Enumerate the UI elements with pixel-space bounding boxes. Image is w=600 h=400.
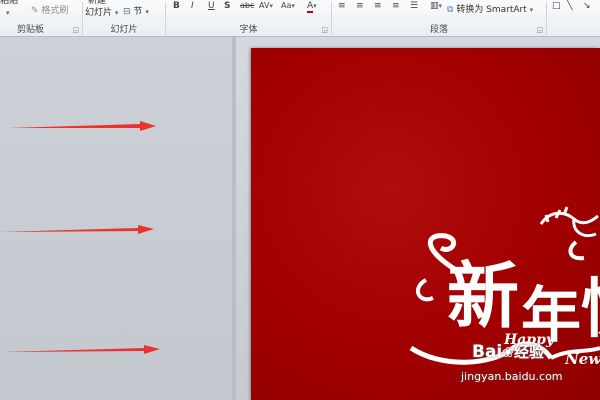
shape-rectangle-icon[interactable]: □ [552,1,561,11]
new-slide-label-line1: 新建 [88,0,107,6]
slides-group: 新建 幻灯片 ▾ ⊟ 节 ▾ 幻灯片 [83,0,165,37]
drawing-group: □ ╲ ↘ [547,0,600,37]
paragraph-launcher-icon[interactable]: ◲ [536,27,543,34]
change-case-button[interactable]: Aa▾ [281,1,295,11]
watermark-url: jingyan.baidu.com [461,370,563,383]
new-slide-button[interactable]: 新建 幻灯片 ▾ [85,0,118,19]
new-text: New [565,350,600,368]
paste-chevron-icon[interactable]: ▾ [6,9,10,17]
title-char: 快 [581,278,600,342]
section-label: 节 [133,7,143,17]
justify-icon[interactable]: ≡ [392,1,400,11]
font-launcher-icon[interactable]: ◲ [321,27,328,34]
paragraph-group-label: 段落 [429,25,448,35]
convert-smartart-label: 转换为 SmartArt [456,5,527,15]
align-center-icon[interactable]: ≡ [356,1,364,11]
italic-button[interactable]: I [191,1,194,11]
font-group: B I U S abc AV▾ Aa▾ A▾ 字体 ◲ [166,0,331,37]
format-painter-label: 格式刷 [41,6,69,16]
smartart-chevron-icon: ▾ [529,6,534,14]
shape-line-icon[interactable]: ╲ [567,1,572,11]
ribbon: 粘贴 ▾ ✎ 格式刷 剪贴板 ◲ 新建 幻灯片 ▾ ⊟ 节 ▾ 幻灯片 B I … [0,0,600,37]
paste-button[interactable]: 粘贴 [0,0,18,7]
font-group-label: 字体 [239,25,258,35]
title-char: 新 [447,253,520,338]
clipboard-launcher-icon[interactable]: ◲ [72,27,79,34]
align-left-icon[interactable]: ≡ [338,1,346,11]
watermark-logo: Bai❀经验 [472,341,544,362]
section-chevron-icon: ▾ [145,8,149,16]
underline-button[interactable]: U [208,1,215,11]
shape-arrow-icon[interactable]: ↘ [583,1,591,11]
shadow-button[interactable]: S [224,1,230,11]
format-painter-icon: ✎ [31,6,39,16]
clipboard-group: 粘贴 ▾ ✎ 格式刷 剪贴板 ◲ [0,0,82,37]
watermark-logo-suffix: 经验 [514,343,545,361]
watermark-logo-text: Bai [472,342,503,362]
paw-icon: ❀ [502,345,514,361]
slides-group-label: 幻灯片 [110,25,138,35]
bold-button[interactable]: B [173,1,180,11]
new-slide-label-line2: 幻灯片 ▾ [85,8,119,18]
smartart-icon: ⧉ [447,5,454,15]
pane-splitter[interactable] [232,37,236,400]
slide-canvas[interactable]: 新 年 快 Happy New Bai❀经验 jingyan.baidu.com [251,48,600,400]
align-right-icon[interactable]: ≡ [374,1,382,11]
section-button[interactable]: ⊟ 节 ▾ [123,6,149,18]
slide-thumbnail-pane[interactable] [0,37,234,400]
columns-icon[interactable]: ▥▾ [430,1,442,11]
convert-smartart-button[interactable]: ⧉ 转换为 SmartArt ▾ [447,4,533,16]
strikethrough-button[interactable]: abc [240,1,254,11]
paragraph-group: ≡ ≡ ≡ ≡ ☰ ▥▾ ⧉ 转换为 SmartArt ▾ 段落 ◲ [332,0,546,37]
font-color-button[interactable]: A▾ [307,1,317,13]
paste-label: 粘贴 [0,0,19,6]
section-icon: ⊟ [123,7,131,17]
distribute-icon[interactable]: ☰ [410,1,418,11]
character-spacing-button[interactable]: AV▾ [259,1,273,11]
format-painter-button[interactable]: ✎ 格式刷 [31,5,68,17]
